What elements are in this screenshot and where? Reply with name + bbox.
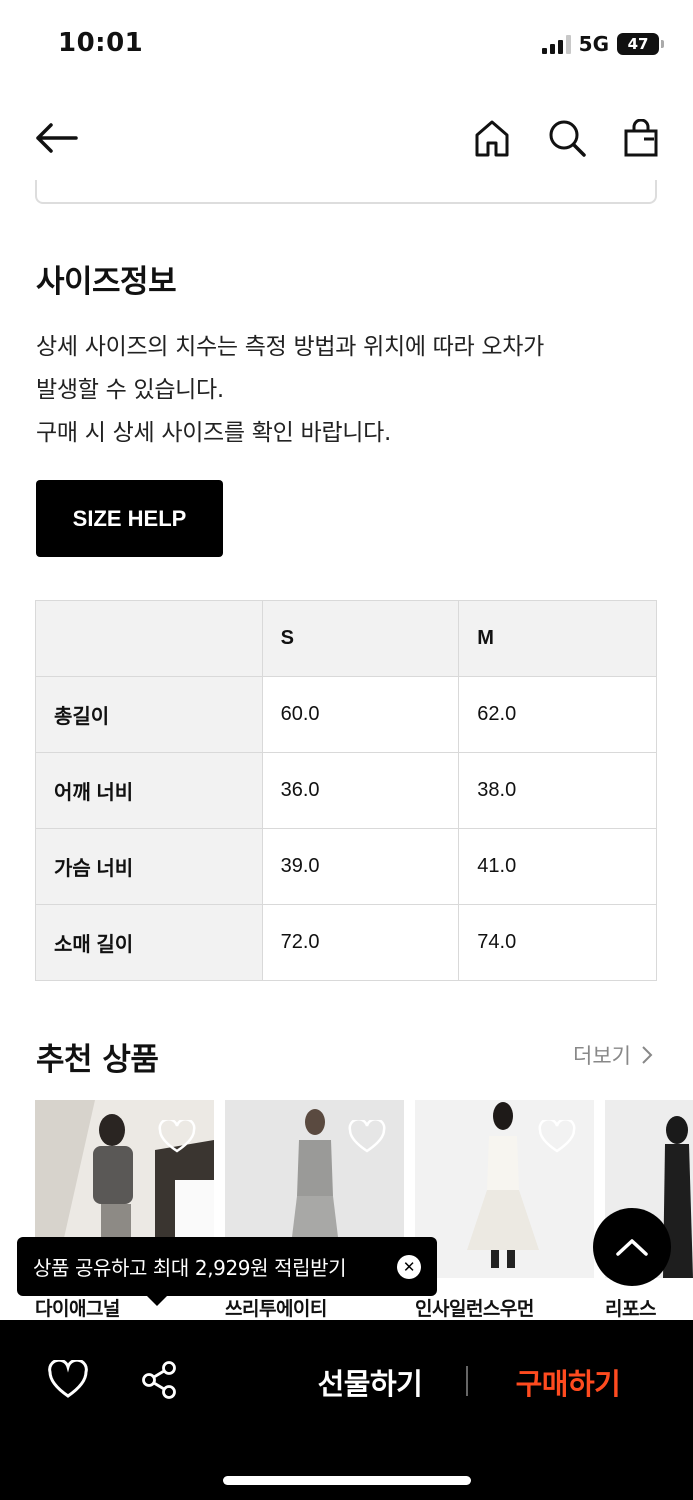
row-label: 총길이 [35, 676, 263, 753]
heart-icon[interactable] [348, 1120, 386, 1154]
table-cell: 74.0 [458, 904, 657, 981]
size-help-button[interactable]: SIZE HELP [36, 480, 223, 557]
status-indicators: 5G 47 [541, 32, 664, 56]
network-label: 5G [578, 32, 609, 56]
table-header-row: S M [35, 600, 657, 677]
table-cell: 39.0 [261, 828, 460, 905]
search-icon[interactable] [543, 114, 591, 162]
product-name: 리포스 [605, 1298, 656, 1320]
battery-level: 47 [627, 35, 649, 53]
row-label: 가슴 너비 [35, 828, 263, 905]
more-label: 더보기 [573, 1044, 631, 1068]
table-cell: 72.0 [261, 904, 460, 981]
close-icon[interactable]: ✕ [397, 1255, 421, 1279]
row-label: 소매 길이 [35, 904, 263, 981]
heart-icon[interactable] [538, 1120, 576, 1154]
gift-button[interactable]: 선물하기 [300, 1358, 440, 1406]
status-time: 10:01 [58, 28, 144, 58]
table-row: 소매 길이 72.0 74.0 [35, 904, 657, 981]
divider [466, 1366, 468, 1396]
table-header-cell [35, 600, 263, 677]
battery-icon: 47 [617, 33, 664, 55]
table-row: 총길이 60.0 62.0 [35, 676, 657, 753]
home-indicator [223, 1476, 471, 1485]
table-cell: 38.0 [458, 752, 657, 829]
table-header-cell: S [261, 600, 460, 677]
chevron-up-icon [616, 1239, 648, 1256]
status-bar: 10:01 5G 47 [0, 0, 693, 88]
heart-icon[interactable] [47, 1360, 89, 1400]
more-link[interactable]: 더보기 [573, 1040, 653, 1070]
table-cell: 62.0 [458, 676, 657, 753]
table-row: 가슴 너비 39.0 41.0 [35, 828, 657, 905]
home-icon[interactable] [468, 114, 516, 162]
nav-bar [0, 100, 693, 176]
shopping-bag-icon[interactable] [617, 114, 665, 162]
product-name: 인사일런스우먼 [415, 1298, 534, 1320]
desc-line: 발생할 수 있습니다. [36, 377, 224, 403]
collapsed-card-edge [35, 180, 657, 204]
signal-icon [541, 34, 571, 54]
scroll-to-top-button[interactable] [593, 1208, 671, 1286]
desc-line: 상세 사이즈의 치수는 측정 방법과 위치에 따라 오차가 [36, 334, 544, 360]
table-header-cell: M [458, 600, 657, 677]
size-info-description: 상세 사이즈의 치수는 측정 방법과 위치에 따라 오차가 발생할 수 있습니다… [36, 326, 656, 455]
tooltip-text: 상품 공유하고 최대 2,929원 적립받기 [33, 1256, 347, 1280]
heart-icon[interactable] [158, 1120, 196, 1154]
product-name: 다이애그널 [35, 1298, 120, 1320]
recommended-title: 추천 상품 [36, 1042, 159, 1078]
size-info-title: 사이즈정보 [36, 264, 177, 300]
share-icon[interactable] [140, 1360, 178, 1400]
table-cell: 36.0 [261, 752, 460, 829]
chevron-right-icon [642, 1046, 653, 1064]
arrow-left-icon[interactable] [32, 114, 80, 162]
row-label: 어깨 너비 [35, 752, 263, 829]
product-name: 쓰리투에이티 [225, 1298, 327, 1320]
product-card[interactable]: 인사일런스우먼 [415, 1100, 594, 1320]
table-cell: 60.0 [261, 676, 460, 753]
buy-button[interactable]: 구매하기 [498, 1358, 638, 1406]
size-table: S M 총길이 60.0 62.0 어깨 너비 36.0 38.0 가슴 너비 … [35, 600, 657, 981]
table-row: 어깨 너비 36.0 38.0 [35, 752, 657, 829]
share-reward-tooltip: 상품 공유하고 최대 2,929원 적립받기 ✕ [17, 1237, 437, 1306]
bottom-action-bar: 선물하기 구매하기 [0, 1320, 693, 1500]
table-cell: 41.0 [458, 828, 657, 905]
desc-line: 구매 시 상세 사이즈를 확인 바랍니다. [36, 420, 391, 446]
